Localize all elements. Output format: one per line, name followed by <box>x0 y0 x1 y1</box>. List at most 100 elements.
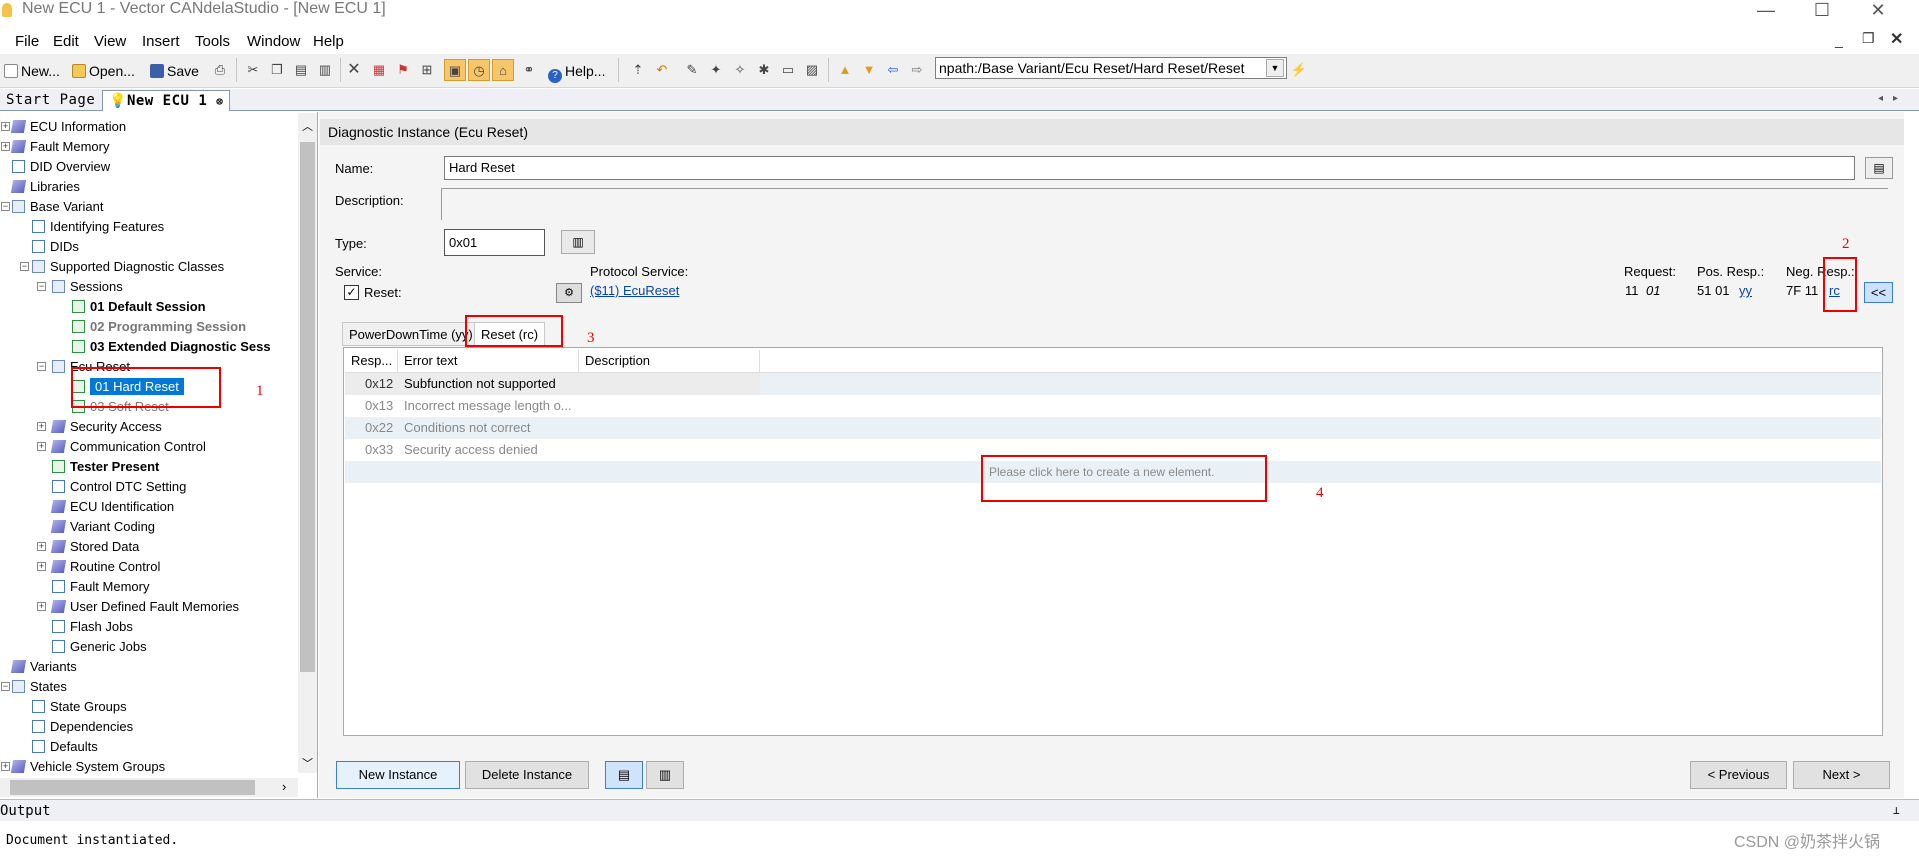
close-button[interactable]: ✕ <box>1850 0 1906 30</box>
pos-resp-link[interactable]: yy <box>1739 283 1752 298</box>
tree-item[interactable]: ECU Identification <box>50 497 174 517</box>
expand-icon[interactable]: + <box>37 562 46 571</box>
scroll-right-icon[interactable]: › <box>282 779 286 794</box>
menu-window[interactable]: Window <box>241 30 306 54</box>
maximize-button[interactable]: ☐ <box>1794 0 1850 30</box>
save-button[interactable]: Save <box>150 60 199 82</box>
npath-dropdown-icon[interactable]: ▼ <box>1266 59 1284 77</box>
tree-item[interactable]: 01 Default Session <box>72 297 206 317</box>
copy-icon[interactable]: ❐ <box>266 59 288 81</box>
tree-item[interactable]: Vehicle System Groups <box>10 757 165 777</box>
scroll-up-icon[interactable]: ︿ <box>302 118 313 134</box>
expand-icon[interactable]: + <box>1 762 10 771</box>
tree-item[interactable]: Identifying Features <box>32 217 164 237</box>
table-row[interactable]: 0x22 Conditions not correct <box>345 417 1881 439</box>
tree-item[interactable]: Variant Coding <box>50 517 155 537</box>
tree-item[interactable]: Fault Memory <box>10 137 109 157</box>
tree-item[interactable]: Libraries <box>10 177 80 197</box>
view-mode-icon[interactable]: ▣ <box>444 59 466 81</box>
tree-item[interactable]: Defaults <box>32 737 98 757</box>
tab-new-ecu-1[interactable]: 💡New ECU 1 ⊗ <box>102 90 231 111</box>
binoculars-icon[interactable]: ⚭ <box>518 59 540 81</box>
new-button[interactable]: New... <box>4 60 60 82</box>
tab-powerdowntime[interactable]: PowerDownTime (yy) <box>342 322 480 346</box>
expand-icon[interactable]: + <box>37 542 46 551</box>
tree-item[interactable]: Routine Control <box>50 557 160 577</box>
help-button[interactable]: ? Help... <box>548 60 605 83</box>
tree-item[interactable]: DIDs <box>32 237 79 257</box>
forward-arrow-icon[interactable]: ⇨ <box>906 59 928 81</box>
expand-icon[interactable]: + <box>1 122 10 131</box>
name-input[interactable]: Hard Reset <box>444 156 1855 180</box>
tree-item[interactable]: Stored Data <box>50 537 139 557</box>
detail-view-icon[interactable]: ▥ <box>646 761 684 789</box>
print-icon[interactable]: ⎙ <box>209 59 231 81</box>
npath-go-icon[interactable]: ⚡ <box>1288 59 1310 81</box>
expand-icon[interactable]: + <box>37 442 46 451</box>
back-arrow-icon[interactable]: ⇦ <box>882 59 904 81</box>
tree-item[interactable]: Security Access <box>50 417 162 437</box>
table-row[interactable]: 0x12 Subfunction not supported <box>345 373 1881 395</box>
tree-hscroll-thumb[interactable] <box>10 780 255 795</box>
cut-icon[interactable]: ✂ <box>242 59 264 81</box>
home-icon[interactable]: ⌂ <box>492 59 514 81</box>
column-header-error-text[interactable]: Error text <box>398 350 579 372</box>
column-header-description[interactable]: Description <box>579 350 760 372</box>
move-up-icon[interactable]: ▲ <box>834 59 856 81</box>
tree-item[interactable]: States <box>12 677 67 697</box>
tree-item[interactable]: Supported Diagnostic Classes <box>32 257 224 277</box>
move-down-icon[interactable]: ▼ <box>858 59 880 81</box>
menu-view[interactable]: View <box>88 30 132 54</box>
collapse-button[interactable]: << <box>1864 282 1893 303</box>
mdi-restore-button[interactable]: ❐ <box>1862 30 1875 47</box>
nav-up-icon[interactable]: ⇡ <box>627 59 649 81</box>
clock-icon[interactable]: ◷ <box>468 59 490 81</box>
structure-icon[interactable]: ⊞ <box>416 59 438 81</box>
menu-help[interactable]: Help <box>307 30 350 54</box>
delete-icon[interactable]: ✕ <box>343 59 365 81</box>
open-button[interactable]: Open... <box>72 60 135 82</box>
npath-input[interactable]: npath:/Base Variant/Ecu Reset/Hard Reset… <box>935 57 1287 79</box>
tree-item[interactable]: Dependencies <box>32 717 133 737</box>
type-table-icon[interactable]: ▥ <box>561 230 595 254</box>
tree-item[interactable]: Generic Jobs <box>52 637 147 657</box>
expand-icon[interactable]: + <box>37 422 46 431</box>
menu-file[interactable]: File <box>9 30 45 54</box>
expand-icon[interactable]: + <box>37 602 46 611</box>
flag-icon[interactable]: ⚑ <box>392 59 414 81</box>
tool-3-icon[interactable]: ✧ <box>729 59 751 81</box>
tree-item[interactable]: User Defined Fault Memories <box>50 597 239 617</box>
paste-special-icon[interactable]: ▥ <box>314 59 336 81</box>
collapse-icon[interactable]: − <box>20 262 29 271</box>
tree-item[interactable]: DID Overview <box>12 157 110 177</box>
menu-edit[interactable]: Edit <box>47 30 85 54</box>
tab-scroll-right-icon[interactable]: ▸ <box>1893 93 1898 104</box>
new-instance-button[interactable]: New Instance <box>336 761 460 789</box>
protocol-service-icon[interactable]: ⚙ <box>556 283 582 303</box>
type-input[interactable]: 0x01 <box>444 229 545 256</box>
export-pdf-icon[interactable]: ▦ <box>368 59 390 81</box>
tool-1-icon[interactable]: ✎ <box>681 59 703 81</box>
tree-item[interactable]: 02 Programming Session <box>72 317 246 337</box>
collapse-icon[interactable]: − <box>1 682 10 691</box>
tab-close-icon[interactable]: ⊗ <box>216 95 223 108</box>
collapse-icon[interactable]: − <box>37 362 46 371</box>
list-view-icon[interactable]: ▤ <box>605 761 643 789</box>
paste-icon[interactable]: ▤ <box>290 59 312 81</box>
tab-start-page[interactable]: Start Page <box>0 90 101 111</box>
tree-item[interactable]: Control DTC Setting <box>52 477 186 497</box>
expand-icon[interactable]: + <box>1 142 10 151</box>
column-header-resp[interactable]: Resp... <box>345 350 398 372</box>
collapse-icon[interactable]: − <box>1 202 10 211</box>
tree-item[interactable]: 03 Extended Diagnostic Sess <box>72 337 271 357</box>
reset-checkbox[interactable]: ✓ <box>344 285 359 300</box>
previous-button[interactable]: < Previous <box>1690 761 1787 789</box>
minimize-button[interactable]: — <box>1738 0 1794 30</box>
tree-item[interactable]: Variants <box>10 657 77 677</box>
pin-icon[interactable]: ⊥ <box>1893 800 1900 822</box>
tree-item[interactable]: Sessions <box>52 277 123 297</box>
tree-item[interactable]: Tester Present <box>52 457 159 477</box>
delete-instance-button[interactable]: Delete Instance <box>465 761 589 789</box>
tree-item[interactable]: Base Variant <box>12 197 103 217</box>
mdi-close-button[interactable]: ✕ <box>1890 29 1903 49</box>
